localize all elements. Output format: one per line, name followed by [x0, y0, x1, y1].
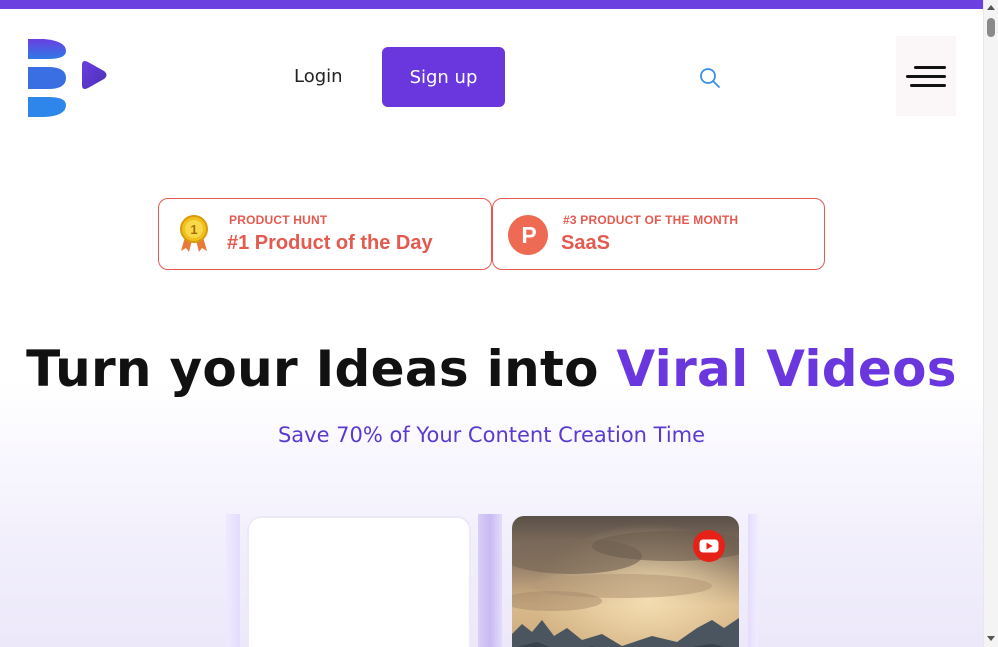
search-icon[interactable] [698, 66, 722, 90]
svg-text:1: 1 [190, 222, 197, 237]
hero-title: Turn your Ideas into Viral Videos [0, 340, 983, 398]
badge-title: #1 Product of the Day [227, 232, 433, 254]
badge-eyebrow: #3 PRODUCT OF THE MONTH [563, 213, 739, 227]
youtube-icon[interactable] [693, 530, 725, 562]
signup-button[interactable]: Sign up [382, 47, 505, 107]
vertical-scrollbar[interactable] [983, 0, 998, 647]
hero-subtitle: Save 70% of Your Content Creation Time [277, 423, 706, 447]
svg-text:P: P [521, 222, 536, 248]
scroll-up-arrow-icon[interactable] [987, 5, 995, 10]
carousel-video-card[interactable] [512, 516, 739, 647]
top-accent-bar [0, 0, 983, 9]
carousel-card-blank[interactable] [247, 516, 471, 647]
hamburger-menu-button[interactable] [896, 36, 956, 116]
badge-title: SaaS [561, 232, 610, 254]
scroll-down-arrow-icon[interactable] [987, 636, 995, 641]
carousel-card-edge [478, 514, 502, 647]
menu-line [914, 65, 946, 69]
menu-line [910, 83, 946, 87]
login-link[interactable]: Login [294, 66, 343, 87]
product-hunt-month-badge[interactable]: P #3 PRODUCT OF THE MONTH SaaS [492, 198, 825, 270]
scrollbar-thumb[interactable] [987, 18, 995, 37]
carousel-card-edge [748, 514, 758, 647]
badge-eyebrow: PRODUCT HUNT [229, 213, 328, 227]
hero-title-accent: Viral Videos [616, 340, 957, 398]
gold-medal-icon: 1 [173, 213, 215, 255]
brand-logo[interactable] [26, 37, 110, 119]
hero-title-prefix: Turn your Ideas into [26, 340, 617, 398]
carousel-card-edge [226, 514, 240, 647]
menu-line [906, 74, 946, 78]
product-hunt-icon: P [507, 214, 549, 256]
product-hunt-day-badge[interactable]: 1 PRODUCT HUNT #1 Product of the Day [158, 198, 492, 270]
